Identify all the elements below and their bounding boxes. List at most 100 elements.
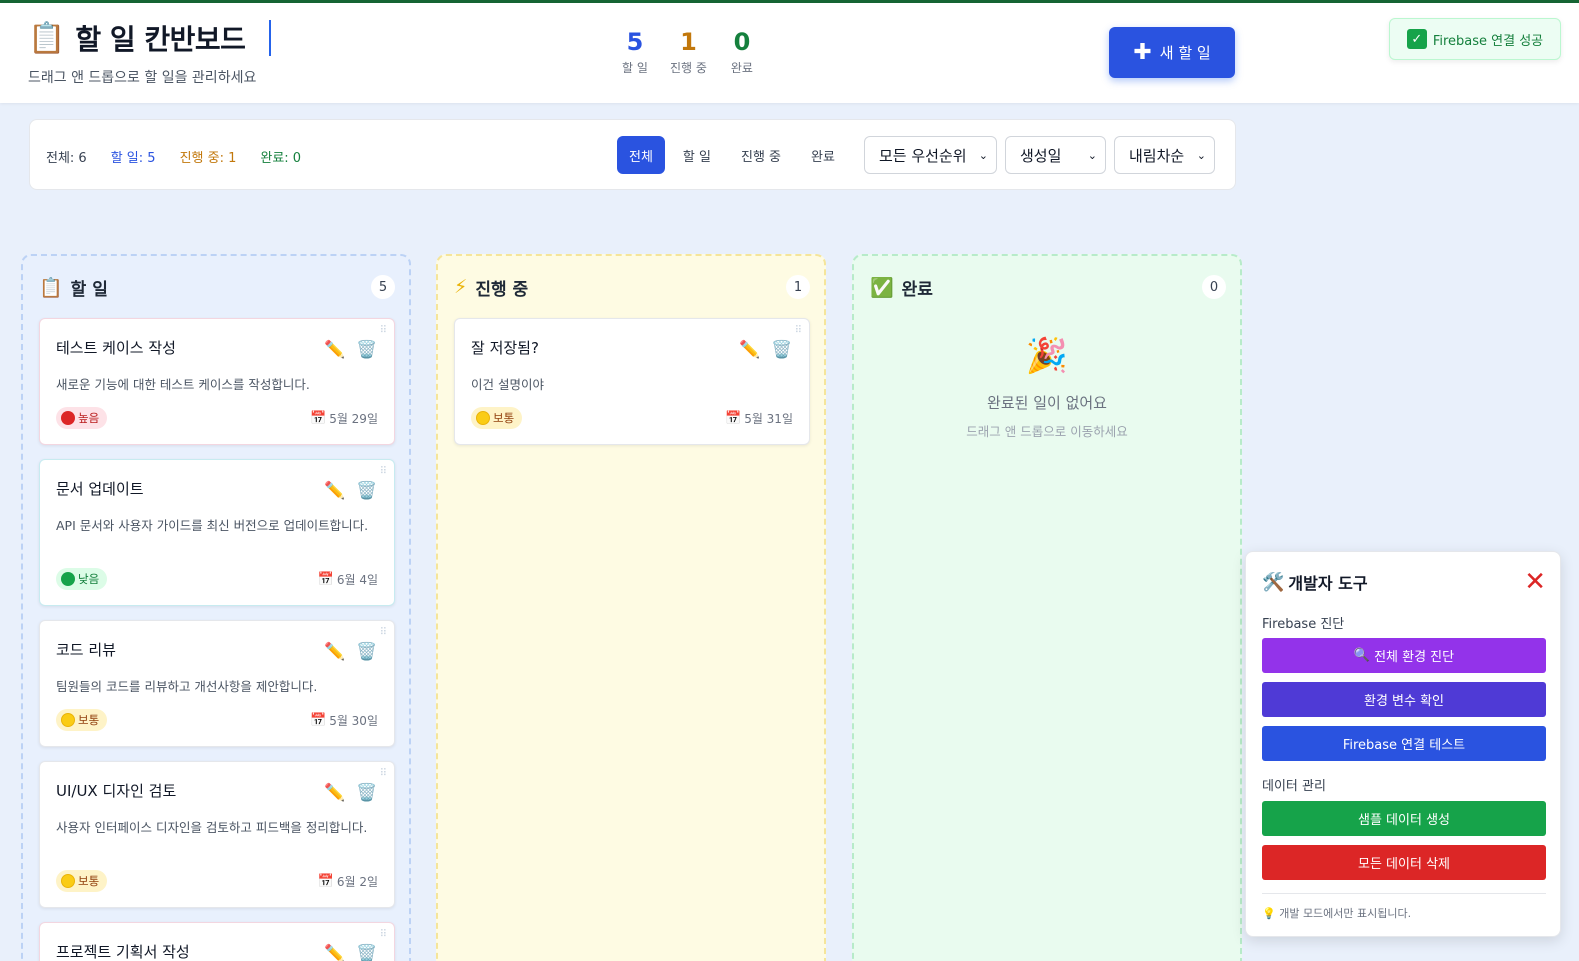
calendar-icon: 📅: [310, 713, 327, 728]
devtools-title: 개발자 도구: [1288, 574, 1368, 593]
due-date: 📅 5월 29일: [310, 410, 378, 427]
empty-state: 🎉 완료된 일이 없어요 드래그 앤 드롭으로 이동하세요: [854, 336, 1240, 440]
task-description: 새로운 기능에 대한 테스트 케이스를 작성합니다.: [56, 377, 310, 392]
trash-icon[interactable]: 🗑️: [356, 480, 378, 502]
due-date-text: 5월 31일: [744, 412, 793, 426]
task-title: 잘 저장됨?: [471, 339, 539, 357]
priority-select-value: 모든 우선순위: [879, 146, 967, 165]
edit-pencil-icon[interactable]: ✏️: [324, 641, 346, 663]
sort-order-select[interactable]: 내림차순 ⌄: [1114, 136, 1215, 174]
trash-icon[interactable]: 🗑️: [771, 339, 793, 361]
lightning-icon: ⚡: [454, 276, 468, 298]
tab-done[interactable]: 완료: [799, 136, 847, 174]
section-data-label: 데이터 관리: [1262, 779, 1326, 794]
close-icon[interactable]: ✕: [1524, 569, 1546, 595]
clipboard-icon: 📋: [39, 276, 63, 299]
priority-badge: 낮음: [56, 568, 108, 590]
task-title: UI/UX 디자인 검토: [56, 782, 177, 800]
delete-all-button[interactable]: 모든 데이터 삭제: [1262, 845, 1546, 880]
task-card[interactable]: ⠿ 프로젝트 기획서 작성 ✏️ 🗑️: [39, 922, 395, 961]
edit-pencil-icon[interactable]: ✏️: [324, 480, 346, 502]
sample-data-button[interactable]: 샘플 데이터 생성: [1262, 801, 1546, 836]
count-done: 완료: 0: [260, 151, 302, 166]
party-popper-icon: 🎉: [1025, 336, 1069, 376]
sort-field-select[interactable]: 생성일 ⌄: [1005, 136, 1106, 174]
new-task-label: 새 할 일: [1159, 44, 1211, 62]
trash-icon[interactable]: 🗑️: [356, 641, 378, 663]
drag-handle-icon[interactable]: ⠿: [380, 325, 387, 336]
edit-pencil-icon[interactable]: ✏️: [739, 339, 761, 361]
task-description: API 문서와 사용자 가이드를 최신 버전으로 업데이트합니다.: [56, 518, 369, 533]
header-stats: 5 할 일 1 진행 중 0 완료: [620, 29, 757, 76]
section-firebase-label: Firebase 진단: [1262, 617, 1345, 632]
priority-badge: 보통: [56, 870, 108, 892]
column-in-progress[interactable]: ⚡ 진행 중 1 ⠿ 잘 저장됨? ✏️ 🗑️ 이건 설명이야 보통 📅 5월 …: [436, 254, 826, 961]
full-diagnose-button[interactable]: 🔍 전체 환경 진단: [1262, 638, 1546, 673]
due-date-text: 5월 29일: [329, 412, 378, 426]
column-count-badge: 5: [371, 275, 395, 299]
column-header: ⚡ 진행 중 1: [454, 274, 810, 300]
calendar-icon: 📅: [317, 874, 334, 889]
check-icon: ✓: [1406, 29, 1427, 49]
drag-handle-icon[interactable]: ⠿: [380, 466, 387, 477]
stat-todo: 5 할 일: [620, 29, 650, 76]
due-date: 📅 5월 31일: [725, 410, 793, 427]
trash-icon[interactable]: 🗑️: [356, 339, 378, 361]
card-actions: ✏️ 🗑️: [324, 480, 378, 502]
task-description: 이건 설명이야: [471, 377, 544, 392]
count-progress: 진행 중: 1: [179, 151, 237, 166]
task-card[interactable]: ⠿ UI/UX 디자인 검토 ✏️ 🗑️ 사용자 인터페이스 디자인을 검토하고…: [39, 761, 395, 908]
calendar-icon: 📅: [310, 411, 327, 426]
task-card[interactable]: ⠿ 잘 저장됨? ✏️ 🗑️ 이건 설명이야 보통 📅 5월 31일: [454, 318, 810, 445]
task-card[interactable]: ⠿ 문서 업데이트 ✏️ 🗑️ API 문서와 사용자 가이드를 최신 버전으로…: [39, 459, 395, 606]
drag-handle-icon[interactable]: ⠿: [795, 325, 802, 336]
toast-label: Firebase 연결 성공: [1432, 33, 1544, 49]
devtools-panel: 🛠️ 개발자 도구 ✕ Firebase 진단 🔍 전체 환경 진단 환경 변수…: [1245, 551, 1561, 937]
clipboard-icon: 📋: [28, 20, 66, 56]
task-card[interactable]: ⠿ 테스트 케이스 작성 ✏️ 🗑️ 새로운 기능에 대한 테스트 케이스를 작…: [39, 318, 395, 445]
count-all: 전체: 6: [46, 151, 87, 166]
column-header: 📋 할 일 5: [39, 274, 395, 300]
chevron-down-icon: ⌄: [978, 148, 988, 162]
task-card[interactable]: ⠿ 코드 리뷰 ✏️ 🗑️ 팀원들의 코드를 리뷰하고 개선사항을 제안합니다.…: [39, 620, 395, 747]
env-check-button[interactable]: 환경 변수 확인: [1262, 682, 1546, 717]
divider: [1262, 893, 1546, 894]
stat-todo-value: 5: [626, 28, 644, 56]
edit-pencil-icon[interactable]: ✏️: [324, 943, 346, 961]
tab-all[interactable]: 전체: [617, 136, 665, 174]
drag-handle-icon[interactable]: ⠿: [380, 929, 387, 940]
count-summary: 전체: 6 할 일: 5 진행 중: 1 완료: 0: [46, 147, 301, 166]
column-header: ✅ 완료 0: [870, 274, 1226, 300]
due-date-text: 6월 4일: [336, 573, 378, 587]
due-date-text: 6월 2일: [336, 875, 378, 889]
tab-progress[interactable]: 진행 중: [729, 136, 793, 174]
devtools-note-text: 개발 모드에서만 표시됩니다.: [1279, 907, 1412, 920]
task-title: 테스트 케이스 작성: [56, 339, 176, 357]
due-date-text: 5월 30일: [329, 714, 378, 728]
column-todo[interactable]: 📋 할 일 5 ⠿ 테스트 케이스 작성 ✏️ 🗑️ 새로운 기능에 대한 테스…: [21, 254, 411, 961]
priority-label: 보통: [493, 411, 515, 425]
priority-select[interactable]: 모든 우선순위 ⌄: [864, 136, 997, 174]
tools-icon: 🛠️: [1262, 571, 1285, 593]
devtools-header: 🛠️ 개발자 도구 ✕: [1262, 569, 1546, 595]
count-todo: 할 일: 5: [110, 151, 156, 166]
chevron-down-icon: ⌄: [1196, 148, 1206, 162]
column-count-badge: 1: [786, 275, 810, 299]
drag-handle-icon[interactable]: ⠿: [380, 627, 387, 638]
task-description: 사용자 인터페이스 디자인을 검토하고 피드백을 정리합니다.: [56, 820, 368, 835]
drag-handle-icon[interactable]: ⠿: [380, 768, 387, 779]
column-done[interactable]: ✅ 완료 0 🎉 완료된 일이 없어요 드래그 앤 드롭으로 이동하세요: [852, 254, 1242, 961]
title-block: 📋 할 일 칸반보드 드래그 앤 드롭으로 할 일을 관리하세요: [28, 19, 272, 87]
stat-done-label: 완료: [730, 61, 753, 75]
edit-pencil-icon[interactable]: ✏️: [324, 782, 346, 804]
tab-todo[interactable]: 할 일: [671, 136, 723, 174]
full-diagnose-label: 전체 환경 진단: [1374, 650, 1455, 665]
stat-todo-label: 할 일: [622, 61, 648, 75]
card-actions: ✏️ 🗑️: [324, 782, 378, 804]
new-task-button[interactable]: ✚ 새 할 일: [1109, 27, 1235, 78]
firebase-test-button[interactable]: Firebase 연결 테스트: [1262, 726, 1546, 761]
trash-icon[interactable]: 🗑️: [356, 943, 378, 961]
trash-icon[interactable]: 🗑️: [356, 782, 378, 804]
edit-pencil-icon[interactable]: ✏️: [324, 339, 346, 361]
calendar-icon: 📅: [725, 411, 742, 426]
